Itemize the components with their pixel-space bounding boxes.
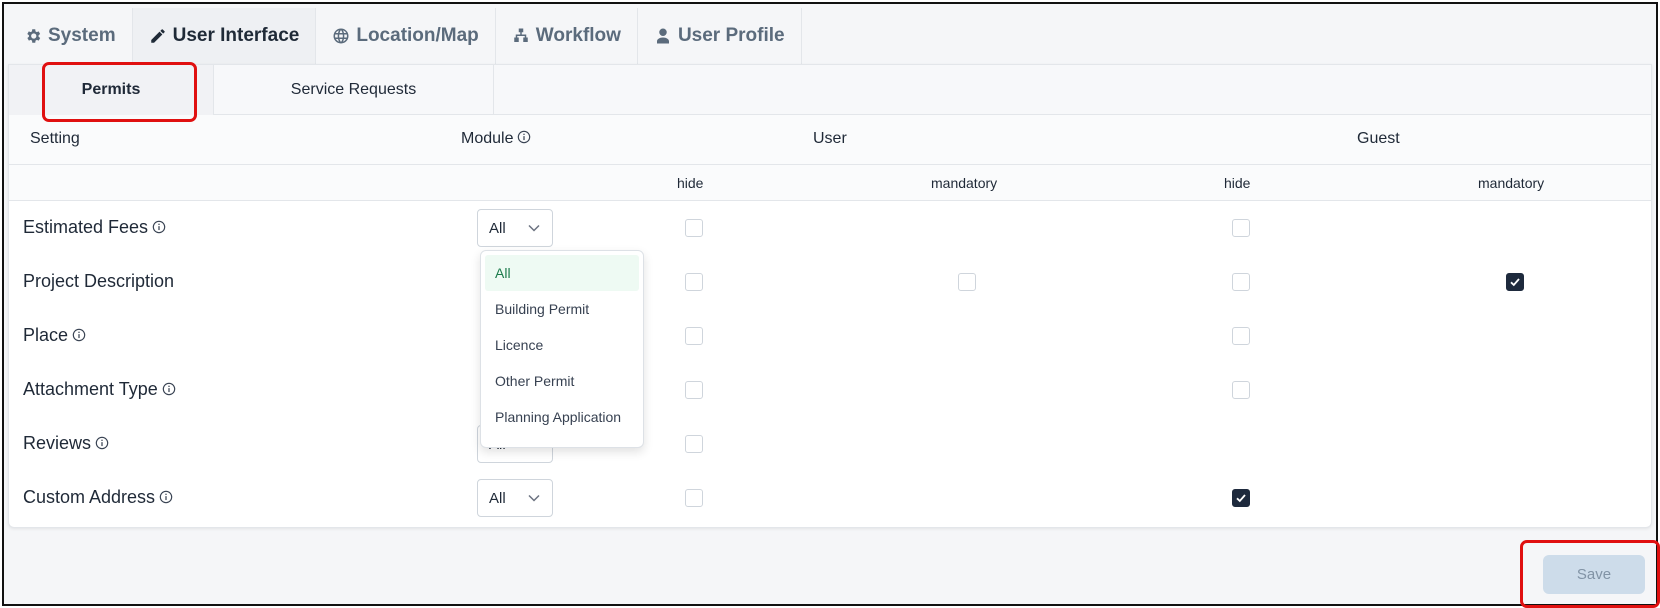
setting-label: Attachment Type: [23, 379, 176, 400]
dropdown-option-building-permit[interactable]: Building Permit: [485, 291, 639, 327]
setting-label: Project Description: [23, 271, 174, 292]
setting-label-text: Project Description: [23, 271, 175, 291]
sub-tab-bar: Permits Service Requests: [9, 65, 1651, 115]
checkbox-user-hide[interactable]: [685, 489, 703, 507]
info-icon[interactable]: [162, 382, 176, 396]
header-module: Module: [461, 130, 531, 148]
sub-tab-service-requests[interactable]: Service Requests: [214, 65, 494, 115]
subheader-user-mandatory: mandatory: [931, 175, 998, 191]
top-tab-bar: System User Interface Location/Map Workf…: [8, 8, 802, 64]
check-icon: [1236, 494, 1246, 503]
checkbox-guest-hide[interactable]: [1232, 489, 1250, 507]
tab-system-label: System: [48, 25, 116, 46]
tab-user-profile-label: User Profile: [677, 25, 785, 46]
header-guest: Guest: [1357, 130, 1400, 147]
module-dropdown-menu: All Building Permit Licence Other Permit…: [480, 250, 644, 448]
tab-workflow-label: Workflow: [535, 25, 621, 46]
checkbox-guest-hide[interactable]: [1232, 219, 1250, 237]
checkbox-user-hide[interactable]: [685, 327, 703, 345]
table-row: Custom Address All: [9, 471, 1651, 525]
setting-label: Reviews: [23, 433, 109, 454]
chevron-down-icon: [528, 494, 540, 502]
save-highlight: [1520, 540, 1660, 608]
info-icon[interactable]: [95, 436, 109, 450]
table-row: Estimated Fees All: [9, 201, 1651, 255]
checkbox-user-mandatory[interactable]: [958, 273, 976, 291]
tab-workflow[interactable]: Workflow: [496, 8, 638, 64]
module-select-value: All: [489, 490, 506, 507]
module-select[interactable]: All: [477, 209, 553, 247]
tab-location-map-label: Location/Map: [356, 25, 479, 46]
checkbox-user-hide[interactable]: [685, 381, 703, 399]
table-subheader: hide mandatory hide mandatory: [9, 165, 1651, 201]
dropdown-option-other-permit[interactable]: Other Permit: [485, 363, 639, 399]
checkbox-user-hide[interactable]: [685, 273, 703, 291]
table-row: Attachment Type: [9, 363, 1651, 417]
info-icon[interactable]: [152, 220, 166, 234]
header-module-label: Module: [461, 130, 514, 147]
sitemap-icon: [514, 28, 528, 42]
table-row: Place: [9, 309, 1651, 363]
checkbox-guest-mandatory[interactable]: [1506, 273, 1524, 291]
setting-label-text: Reviews: [23, 433, 92, 453]
checkbox-user-hide[interactable]: [685, 219, 703, 237]
header-setting: Setting: [30, 130, 80, 147]
info-icon[interactable]: [159, 490, 173, 504]
module-select-value: All: [489, 220, 506, 237]
dropdown-option-licence[interactable]: Licence: [485, 327, 639, 363]
setting-label-text: Attachment Type: [23, 379, 158, 399]
info-icon[interactable]: [72, 328, 86, 342]
checkbox-guest-hide[interactable]: [1232, 273, 1250, 291]
table-header: Setting Module User Guest: [9, 115, 1651, 165]
tab-location-map[interactable]: Location/Map: [316, 8, 496, 64]
checkbox-user-hide[interactable]: [685, 435, 703, 453]
chevron-down-icon: [528, 224, 540, 232]
check-icon: [1510, 278, 1520, 287]
info-icon[interactable]: [517, 130, 531, 144]
tab-user-interface[interactable]: User Interface: [132, 8, 317, 64]
setting-label: Custom Address: [23, 487, 173, 508]
checkbox-guest-hide[interactable]: [1232, 327, 1250, 345]
tab-user-interface-label: User Interface: [172, 25, 300, 46]
setting-label-text: Estimated Fees: [23, 217, 149, 237]
header-user: User: [813, 130, 847, 147]
dropdown-option-planning-application[interactable]: Planning Application: [485, 399, 639, 435]
dropdown-option-all[interactable]: All: [485, 255, 639, 291]
setting-label: Place: [23, 325, 86, 346]
tab-user-profile[interactable]: User Profile: [638, 8, 802, 64]
pencil-icon: [150, 29, 165, 43]
setting-label-text: Place: [23, 325, 69, 345]
table-row: Project Description: [9, 255, 1651, 309]
globe-icon: [333, 28, 349, 44]
gear-icon: [27, 29, 41, 43]
permits-highlight: [42, 62, 197, 122]
module-select[interactable]: All: [477, 479, 553, 517]
subheader-guest-hide: hide: [1224, 175, 1251, 191]
settings-card: Permits Service Requests Setting Module …: [8, 64, 1652, 528]
table-row: ReviewsAll: [9, 417, 1651, 471]
checkbox-guest-hide[interactable]: [1232, 381, 1250, 399]
subheader-guest-mandatory: mandatory: [1478, 175, 1545, 191]
subheader-user-hide: hide: [677, 175, 704, 191]
tab-system[interactable]: System: [8, 8, 133, 64]
user-icon: [656, 28, 669, 44]
setting-label: Estimated Fees: [23, 217, 166, 238]
setting-label-text: Custom Address: [23, 487, 156, 507]
